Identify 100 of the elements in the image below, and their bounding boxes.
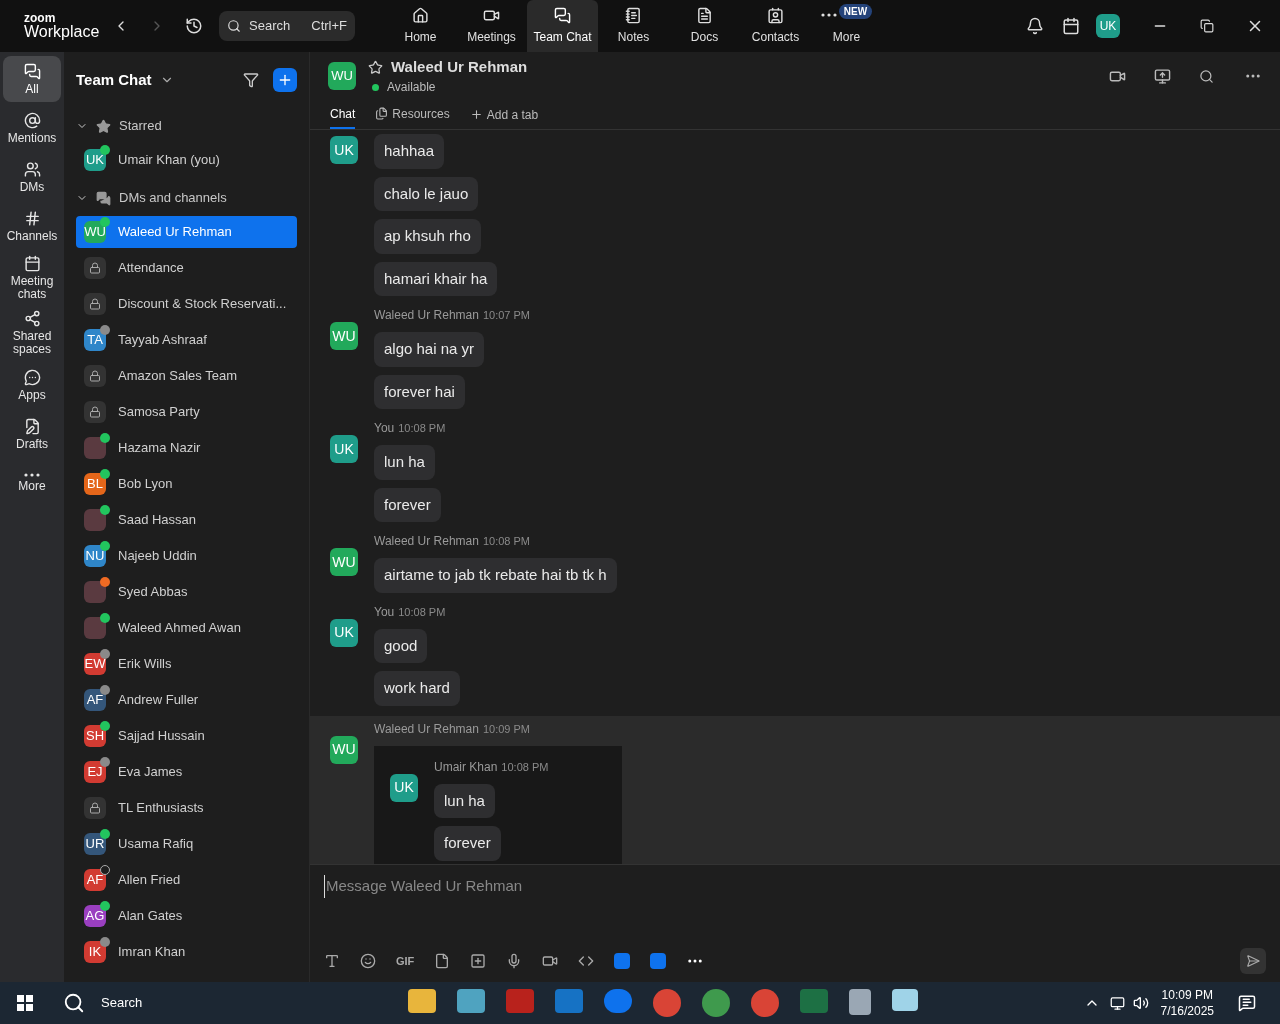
message-bubble: chalo le jauo — [374, 176, 479, 211]
nav-tab[interactable]: Notes — [598, 0, 669, 52]
chat-list-item[interactable]: Attendance — [76, 252, 297, 284]
lock-icon — [84, 257, 106, 279]
video-icon[interactable] — [542, 953, 559, 969]
add-tab-button[interactable]: Add a tab — [469, 100, 539, 129]
screenshot-icon[interactable] — [470, 953, 487, 969]
gif-button[interactable]: GIF — [396, 952, 415, 970]
nav-tab[interactable]: Home — [385, 0, 456, 52]
search-icon[interactable] — [1199, 68, 1214, 84]
rail-item[interactable]: Drafts — [3, 411, 61, 457]
network-icon[interactable] — [1109, 995, 1125, 1011]
sidebar-title[interactable]: Team Chat — [76, 68, 152, 92]
message-bubble: lun ha — [374, 445, 435, 480]
file-icon[interactable] — [434, 953, 451, 969]
chat-list-item[interactable]: SH Sajjad Hussain — [76, 720, 297, 752]
logo-text: zoom — [24, 12, 57, 24]
avatar: UK — [390, 773, 418, 802]
section-header[interactable]: Starred — [76, 108, 297, 144]
chat-list-item[interactable]: UK Umair Khan (you) — [76, 144, 297, 176]
history-icon[interactable] — [185, 17, 203, 35]
speech-bubble-icon — [23, 368, 41, 386]
calendar-icon[interactable] — [1062, 17, 1080, 35]
chat-list-item[interactable]: Samosa Party — [76, 396, 297, 428]
restore-icon[interactable] — [1200, 19, 1214, 33]
message-bubble: hamari khair ha — [374, 261, 498, 296]
chat-list-item[interactable]: Waleed Ahmed Awan — [76, 612, 297, 644]
chat-name: Alan Gates — [118, 907, 183, 926]
nav-tab[interactable]: Team Chat — [527, 0, 598, 52]
nav-tab[interactable]: Docs — [669, 0, 740, 52]
chat-name: Usama Rafiq — [118, 835, 194, 854]
calendar-icon — [23, 255, 41, 272]
app-icon[interactable] — [650, 953, 667, 969]
chat-list-item[interactable]: TA Tayyab Ashraaf — [76, 324, 297, 356]
chat-list-item[interactable]: EJ Eva James — [76, 756, 297, 788]
notification-icon[interactable] — [1238, 994, 1256, 1012]
windows-start-icon[interactable] — [17, 995, 33, 1011]
chat-list-item[interactable]: Discount & Stock Reservati... — [76, 288, 297, 320]
avatar: UK — [330, 136, 358, 164]
nav-tab[interactable]: NEW More — [811, 0, 882, 52]
rail-item[interactable]: More — [3, 460, 61, 506]
star-icon[interactable] — [368, 59, 383, 75]
chat-name: Attendance — [118, 259, 184, 278]
send-button[interactable] — [1240, 948, 1266, 974]
chat-tab[interactable]: Resources — [375, 100, 450, 129]
chat-name: Discount & Stock Reservati... — [118, 295, 287, 314]
rail-item[interactable]: DMs — [3, 154, 61, 200]
chat-list-item[interactable]: Hazama Nazir — [76, 432, 297, 464]
nav-tab[interactable]: Meetings — [456, 0, 527, 52]
filter-icon[interactable] — [243, 72, 259, 88]
send-icon — [1246, 954, 1260, 968]
rail-item[interactable]: Channels — [3, 203, 61, 249]
rail-item[interactable]: Apps — [3, 362, 61, 408]
message-input[interactable]: Message Waleed Ur Rehman — [324, 875, 1266, 898]
chat-tab[interactable]: Chat — [330, 100, 356, 129]
chat-list-item[interactable]: IK Imran Khan — [76, 936, 297, 968]
chat-list-item[interactable]: NU Najeeb Uddin — [76, 540, 297, 572]
notification-icon[interactable] — [1026, 17, 1044, 35]
app-icon[interactable] — [614, 953, 631, 969]
chat-bubbles-icon — [554, 6, 571, 24]
text-format-icon[interactable] — [324, 953, 340, 969]
rail-item[interactable]: Shared spaces — [3, 307, 61, 359]
chat-name: Erik Wills — [118, 655, 172, 674]
clock-date[interactable]: 7/16/2025 — [1160, 1003, 1214, 1019]
files-icon — [375, 107, 389, 120]
chat-name: Bob Lyon — [118, 475, 173, 494]
rail-item[interactable]: All — [3, 56, 61, 102]
code-icon[interactable] — [578, 953, 595, 969]
message-bubble: forever — [374, 487, 441, 522]
section-header[interactable]: DMs and channels — [76, 180, 297, 216]
rail-item[interactable]: Meeting chats — [3, 252, 61, 304]
chat-list-item[interactable]: WU Waleed Ur Rehman — [76, 216, 297, 248]
taskbar-search[interactable]: Search — [63, 992, 363, 1014]
chat-list-item[interactable]: Syed Abbas — [76, 576, 297, 608]
chat-list-item[interactable]: AF Andrew Fuller — [76, 684, 297, 716]
message-bubble: forever hai — [374, 374, 465, 409]
chat-list-item[interactable]: UR Usama Rafiq — [76, 828, 297, 860]
chat-list-item[interactable]: AF Allen Fried — [76, 864, 297, 896]
chat-list-item[interactable]: Saad Hassan — [76, 504, 297, 536]
avatar: UK — [330, 618, 358, 647]
chat-list-item[interactable]: EW Erik Wills — [76, 648, 297, 680]
emoji-icon[interactable] — [360, 953, 376, 969]
sender-name: You — [374, 603, 395, 621]
rail-item[interactable]: Mentions — [3, 105, 61, 151]
volume-icon[interactable] — [1132, 995, 1149, 1011]
avatar: WU — [330, 322, 358, 350]
nav-tab[interactable]: Contacts — [740, 0, 811, 52]
search-field[interactable]: Search Ctrl+F — [219, 11, 355, 41]
message-time: 10:08 PM — [398, 604, 446, 620]
screen-share-icon[interactable] — [1154, 67, 1171, 85]
clock-time[interactable]: 10:09 PM — [1161, 987, 1213, 1003]
chat-list-item[interactable]: BL Bob Lyon — [76, 468, 297, 500]
chat-list-item[interactable]: TL Enthusiasts — [76, 792, 297, 824]
sender-name: Waleed Ur Rehman — [374, 720, 479, 738]
chat-list-item[interactable]: AG Alan Gates — [76, 900, 297, 932]
chat-list-item[interactable]: Amazon Sales Team — [76, 360, 297, 392]
chat-name: Waleed Ur Rehman — [118, 223, 232, 242]
message-bubble: forever — [434, 826, 501, 861]
new-chat-button[interactable] — [273, 68, 297, 92]
home-icon — [412, 6, 429, 24]
